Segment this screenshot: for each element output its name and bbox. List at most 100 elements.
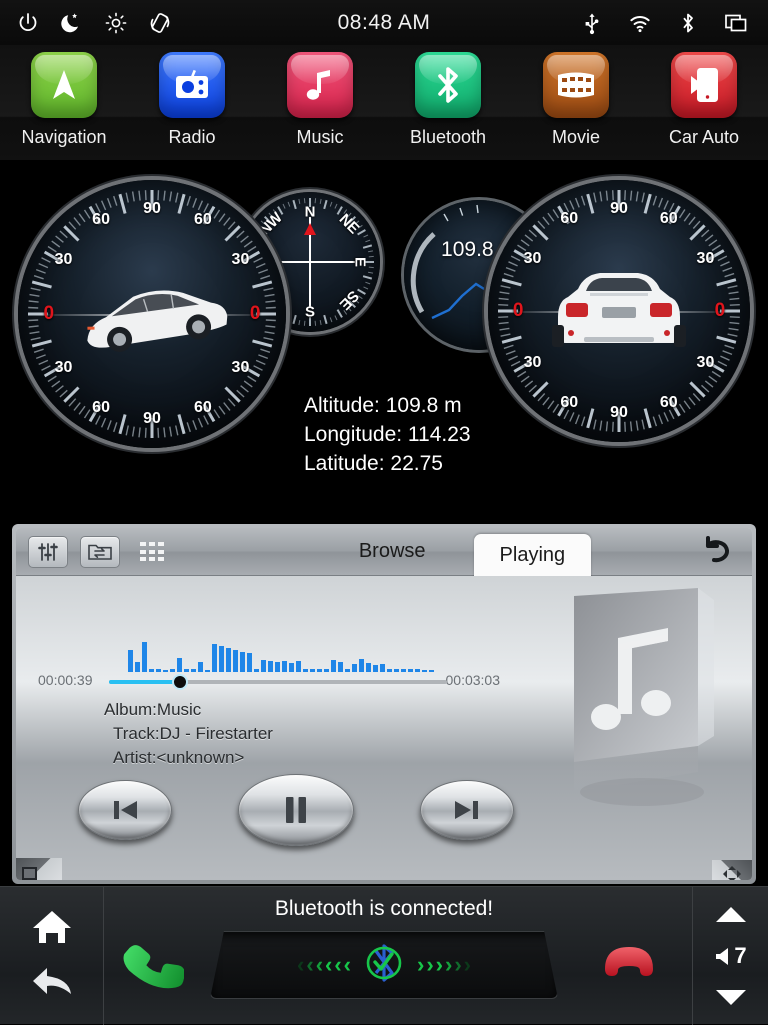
pitch-tick-60-bl: 60	[92, 399, 110, 417]
back-arrow-icon[interactable]	[702, 536, 734, 571]
wifi-icon	[626, 9, 654, 37]
visualizer-bar	[212, 644, 217, 672]
roll-tick-30-tl: 30	[524, 250, 542, 268]
car-side-view	[62, 274, 242, 354]
longitude-value: Longitude: 114.23	[304, 421, 471, 450]
equalizer-icon[interactable]	[28, 536, 68, 568]
visualizer-bar	[373, 665, 378, 672]
roll-tick-60-bl: 60	[560, 394, 578, 412]
previous-track-button[interactable]	[78, 780, 172, 840]
visualizer-bar	[324, 669, 329, 672]
widget-resize-handle[interactable]	[712, 860, 752, 880]
transport-controls	[78, 774, 514, 846]
visualizer-bar	[142, 642, 147, 672]
visualizer-bar	[303, 669, 308, 672]
phone-answer-icon[interactable]	[122, 935, 184, 1002]
roll-tick-90-top: 90	[610, 200, 628, 218]
visualizer-bar	[317, 669, 322, 672]
visualizer-bar	[359, 659, 364, 672]
chevron-left-icon: ‹	[325, 954, 332, 976]
track-metadata: Album:Music Track:DJ - Firestarter Artis…	[104, 698, 273, 770]
roll-tick-30-br: 30	[697, 354, 715, 372]
volume-down-arrow[interactable]	[716, 990, 746, 1005]
car-rear-view	[544, 263, 694, 359]
visualizer-bar	[233, 650, 238, 672]
pitch-tick-30-tl: 30	[55, 251, 73, 269]
visualizer-bar	[352, 664, 357, 672]
music-note-album-placeholder	[562, 586, 734, 836]
volume-up-arrow[interactable]	[716, 907, 746, 922]
track-name: Track:DJ - Firestarter	[104, 722, 273, 746]
phone-hangup-icon[interactable]	[600, 943, 658, 988]
app-bluetooth[interactable]: Bluetooth	[384, 45, 512, 148]
app-radio[interactable]: Radio	[128, 45, 256, 148]
seek-bar-knob[interactable]	[172, 674, 188, 690]
back-arrow-icon[interactable]	[31, 965, 73, 1004]
chevron-right-icon: ›	[426, 954, 433, 976]
pitch-tick-30-br: 30	[232, 359, 250, 377]
visualizer-bar	[289, 663, 294, 672]
app-car-auto[interactable]: Car Auto	[640, 45, 768, 148]
compass-label-s: S	[305, 304, 315, 321]
app-label: Car Auto	[669, 127, 739, 148]
next-track-button[interactable]	[420, 780, 514, 840]
app-navigation[interactable]: Navigation	[0, 45, 128, 148]
app-label: Navigation	[21, 127, 106, 148]
album-name: Album:Music	[104, 698, 273, 722]
visualizer-bar	[366, 663, 371, 672]
visualizer-bar	[170, 669, 175, 672]
pitch-tick-60-br: 60	[194, 399, 212, 417]
roll-tick-0-right: 0	[715, 300, 726, 322]
pitch-tick-90-bottom: 90	[143, 410, 161, 428]
artist-name: Artist:<unknown>	[104, 746, 273, 770]
app-music[interactable]: Music	[256, 45, 384, 148]
visualizer-bar	[254, 669, 259, 672]
visualizer-bar	[338, 662, 343, 672]
gauge-cluster: 109.8 m N NE E SE S NW	[0, 160, 768, 520]
pitch-tick-0-right: 0	[250, 303, 261, 325]
roll-tick-0-left: 0	[513, 300, 524, 322]
widget-minimize-handle[interactable]	[16, 858, 62, 880]
app-shortcut-row: Navigation Radio Music Blu	[0, 45, 768, 160]
pause-button[interactable]	[238, 774, 354, 846]
elapsed-time: 00:00:39	[38, 672, 93, 688]
tab-browse[interactable]: Browse	[333, 532, 452, 572]
visualizer-bar	[219, 646, 224, 672]
seek-bar[interactable]	[109, 680, 447, 684]
bluetooth-signal-panel: ‹ ‹ ‹ ‹ ‹ ‹ › › › › › ›	[210, 931, 558, 999]
visualizer-bar	[240, 652, 245, 672]
chevron-left-icon: ‹	[297, 954, 304, 976]
film-strip-icon[interactable]	[543, 52, 609, 118]
visualizer-bar	[268, 661, 273, 672]
visualizer-bar	[310, 669, 315, 672]
music-note-icon[interactable]	[287, 52, 353, 118]
navigation-arrow-icon[interactable]	[31, 52, 97, 118]
folder-swap-icon[interactable]	[80, 536, 120, 568]
app-label: Movie	[552, 127, 600, 148]
roll-tick-60-tr: 60	[660, 210, 678, 228]
visualizer-bar	[415, 669, 420, 672]
visualizer-bar	[345, 669, 350, 672]
tab-playing[interactable]: Playing	[474, 534, 592, 578]
status-bar-right-icons	[578, 9, 750, 37]
altitude-value: Altitude: 109.8 m	[304, 392, 471, 421]
visualizer-bar	[275, 662, 280, 672]
music-toolbar: Browse Playing	[16, 528, 752, 576]
radio-icon[interactable]	[159, 52, 225, 118]
chevron-right-icon: ›	[464, 954, 471, 976]
audio-visualizer	[128, 626, 434, 672]
bluetooth-icon[interactable]	[415, 52, 481, 118]
latitude-value: Latitude: 22.75	[304, 450, 471, 479]
compass-north-marker	[303, 223, 317, 235]
bottom-navigation-bar: Bluetooth is connected! ‹ ‹ ‹ ‹ ‹ ‹ › › …	[0, 886, 768, 1024]
visualizer-bar	[191, 669, 196, 672]
roll-inclinometer: 90 60 30 0 30 60 90 60 30 0 30 60	[488, 180, 750, 442]
chevron-left-icon: ‹	[344, 954, 351, 976]
visualizer-bar	[156, 669, 161, 672]
car-auto-phone-icon[interactable]	[671, 52, 737, 118]
visualizer-bar	[163, 670, 168, 672]
app-movie[interactable]: Movie	[512, 45, 640, 148]
pitch-tick-60-tr: 60	[194, 211, 212, 229]
grid-list-icon[interactable]	[132, 536, 172, 568]
chevron-left-icon: ‹	[316, 954, 323, 976]
